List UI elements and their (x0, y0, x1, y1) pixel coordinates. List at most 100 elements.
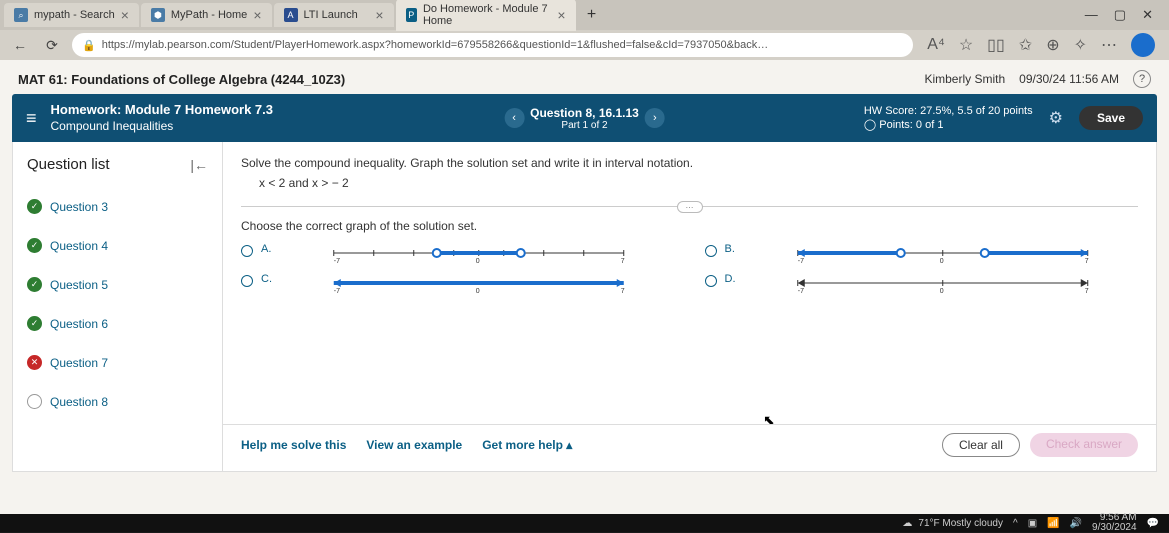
problem-instruction: Solve the compound inequality. Graph the… (241, 156, 1138, 170)
question-list-title: Question list (27, 156, 110, 173)
question-item-6[interactable]: ✓Question 6 (13, 304, 222, 343)
profile-avatar[interactable] (1131, 33, 1155, 57)
radio-c[interactable] (241, 275, 253, 287)
close-icon[interactable]: × (121, 7, 129, 23)
tab-title: LTI Launch (304, 9, 358, 21)
favorites-bar-icon[interactable]: ✩ (1019, 35, 1032, 55)
page-datetime: 09/30/24 11:56 AM (1019, 72, 1119, 86)
question-item-4[interactable]: ✓Question 4 (13, 226, 222, 265)
notifications-icon[interactable]: 💬 (1147, 518, 1159, 529)
more-icon[interactable]: ⋯ (1101, 35, 1117, 55)
svg-text:0: 0 (939, 288, 943, 293)
question-item-8[interactable]: Question 8 (13, 382, 222, 421)
read-aloud-icon[interactable]: A⁴ (927, 36, 945, 54)
svg-text:7: 7 (621, 288, 625, 293)
save-button[interactable]: Save (1079, 106, 1143, 130)
help-me-solve-link[interactable]: Help me solve this (241, 438, 346, 452)
question-item-7[interactable]: ✕Question 7 (13, 343, 222, 382)
extensions-icon[interactable]: ✧ (1074, 35, 1087, 55)
gear-icon[interactable]: ⚙ (1049, 108, 1063, 128)
svg-text:-7: -7 (334, 258, 340, 263)
numberline-a: -7 0 7 (283, 243, 675, 263)
homework-titles: Homework: Module 7 Homework 7.3 Compound… (51, 102, 274, 134)
next-question-button[interactable]: › (645, 108, 665, 128)
close-icon[interactable]: × (557, 7, 565, 23)
status-ok-icon: ✓ (27, 238, 42, 253)
choice-label-c: C. (261, 273, 275, 285)
tab-icon-home: ⬢ (151, 8, 165, 22)
section-divider: ⋯ (241, 206, 1138, 207)
tray-volume-icon[interactable]: 🔊 (1070, 518, 1082, 529)
tab-title: mypath - Search (34, 9, 115, 21)
tray-chevron-icon[interactable]: ^ (1013, 518, 1018, 529)
radio-d[interactable] (705, 275, 717, 287)
choice-a[interactable]: A. -7 0 7 (241, 243, 675, 263)
tab-1[interactable]: ⬢ MyPath - Home × (141, 3, 272, 27)
prev-question-button[interactable]: ‹ (504, 108, 524, 128)
back-button[interactable]: ← (8, 33, 32, 57)
question-number: Question 8, 16.1.13 (530, 106, 639, 120)
tab-3[interactable]: P Do Homework - Module 7 Home × (396, 0, 576, 31)
split-icon[interactable]: ▯▯ (987, 35, 1005, 55)
check-answer-button[interactable]: Check answer (1030, 433, 1138, 457)
tab-0[interactable]: ⌕ mypath - Search × (4, 3, 139, 27)
menu-icon[interactable]: ≡ (26, 108, 37, 129)
tab-title: Do Homework - Module 7 Home (423, 3, 551, 27)
choice-d[interactable]: D. -707 (705, 273, 1139, 293)
svg-text:7: 7 (621, 258, 625, 263)
refresh-button[interactable]: ⟳ (40, 33, 64, 57)
tab-title: MyPath - Home (171, 9, 247, 21)
get-more-help-link[interactable]: Get more help ▴ (482, 438, 572, 452)
svg-text:-7: -7 (797, 288, 803, 293)
tray-battery-icon[interactable]: ▣ (1028, 518, 1037, 529)
radio-a[interactable] (241, 245, 253, 257)
question-list-panel: Question list |← ✓Question 3 ✓Question 4… (13, 142, 223, 471)
url-text: https://mylab.pearson.com/Student/Player… (102, 39, 769, 51)
help-icon[interactable]: ? (1133, 70, 1151, 88)
question-item-5[interactable]: ✓Question 5 (13, 265, 222, 304)
tab-bar: ⌕ mypath - Search × ⬢ MyPath - Home × A … (0, 0, 1169, 30)
weather-icon: ☁ (902, 518, 912, 529)
weather-widget[interactable]: ☁ 71°F Mostly cloudy (902, 518, 1003, 529)
status-bad-icon: ✕ (27, 355, 42, 370)
view-example-link[interactable]: View an example (366, 438, 462, 452)
clear-all-button[interactable]: Clear all (942, 433, 1020, 457)
choice-label-d: D. (725, 273, 739, 285)
choice-b[interactable]: B. -707 (705, 243, 1139, 263)
close-icon[interactable]: × (253, 7, 261, 23)
svg-text:-7: -7 (797, 258, 803, 263)
favorite-icon[interactable]: ☆ (959, 35, 973, 55)
new-tab-button[interactable]: + (578, 6, 606, 24)
svg-text:7: 7 (1084, 258, 1088, 263)
problem-expression: x < 2 and x > − 2 (259, 176, 1138, 190)
choice-label-a: A. (261, 243, 275, 255)
choice-label-b: B. (725, 243, 739, 255)
maximize-icon[interactable]: ▢ (1114, 7, 1126, 23)
status-ok-icon: ✓ (27, 277, 42, 292)
address-bar: ← ⟳ 🔒 https://mylab.pearson.com/Student/… (0, 30, 1169, 60)
radio-b[interactable] (705, 245, 717, 257)
status-none-icon (27, 394, 42, 409)
choice-c[interactable]: C. -707 (241, 273, 675, 293)
question-part: Part 1 of 2 (530, 120, 639, 131)
close-icon[interactable]: × (375, 7, 383, 23)
question-item-3[interactable]: ✓Question 3 (13, 187, 222, 226)
status-ok-icon: ✓ (27, 199, 42, 214)
status-ok-icon: ✓ (27, 316, 42, 331)
toolbar-right: A⁴ ☆ ▯▯ ✩ ⊕ ✧ ⋯ (921, 33, 1161, 57)
svg-text:0: 0 (476, 288, 480, 293)
course-title: MAT 61: Foundations of College Algebra (… (18, 72, 345, 87)
svg-text:0: 0 (476, 258, 480, 263)
close-window-icon[interactable]: ✕ (1142, 7, 1153, 23)
collapse-icon[interactable]: |← (190, 157, 208, 173)
homework-subtitle: Compound Inequalities (51, 119, 274, 135)
minimize-icon[interactable]: — (1085, 7, 1098, 23)
numberline-b: -707 (747, 243, 1139, 263)
tab-2[interactable]: A LTI Launch × (274, 3, 394, 27)
divider-handle-icon[interactable]: ⋯ (677, 201, 703, 213)
collections-icon[interactable]: ⊕ (1046, 35, 1059, 55)
answer-choices: A. -7 0 7 B. (241, 243, 1138, 293)
url-field[interactable]: 🔒 https://mylab.pearson.com/Student/Play… (72, 33, 913, 57)
tab-icon-magnifier: ⌕ (14, 8, 28, 22)
tray-wifi-icon[interactable]: 📶 (1047, 518, 1059, 529)
